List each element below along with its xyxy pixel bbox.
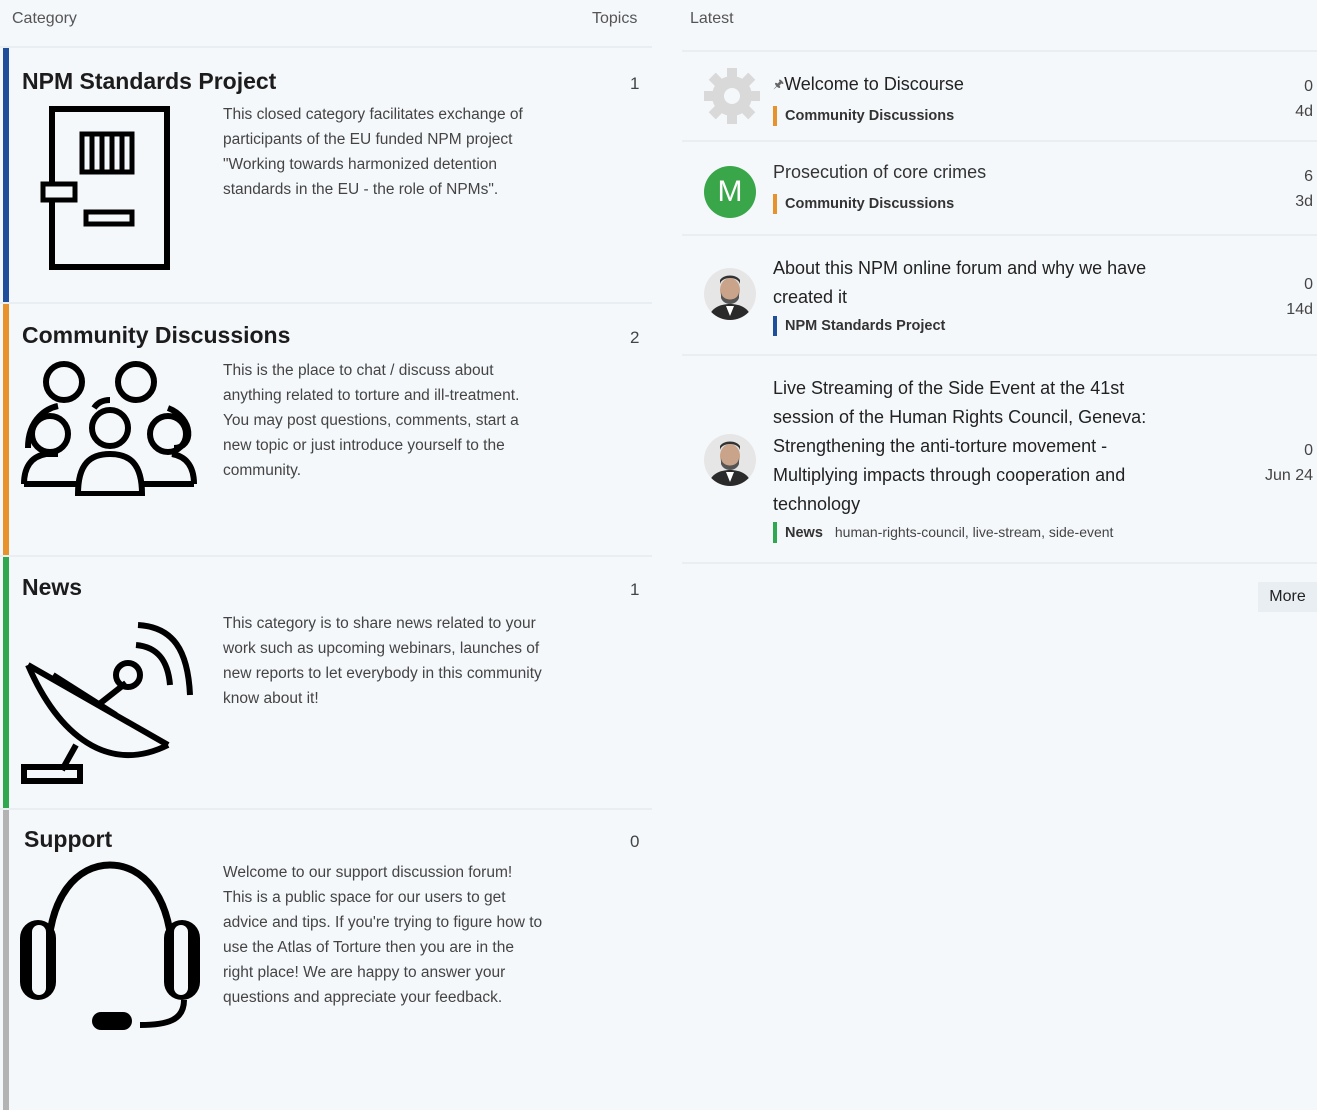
people-group-icon xyxy=(18,356,203,501)
topic-stats: 6 3d xyxy=(1295,164,1313,214)
more-button[interactable]: More xyxy=(1258,582,1317,612)
gear-icon xyxy=(704,68,760,124)
topic-title[interactable]: Live Streaming of the Side Event at the … xyxy=(773,374,1173,519)
category-title[interactable]: Support xyxy=(24,826,112,853)
topic-reply-count: 6 xyxy=(1304,168,1313,185)
headset-icon xyxy=(18,860,203,1037)
category-row-npm-standards[interactable]: NPM Standards Project 1 This closed cate… xyxy=(0,46,652,304)
prison-door-icon xyxy=(40,104,175,279)
topic-age[interactable]: 3d xyxy=(1295,189,1313,214)
topic-row[interactable]: M Prosecution of core crimes Community D… xyxy=(682,140,1317,236)
topic-age[interactable]: 14d xyxy=(1286,297,1313,322)
topic-tags[interactable]: human-rights-council, live-stream, side-… xyxy=(835,524,1114,540)
category-row-news[interactable]: News 1 This category is to share news re… xyxy=(0,555,652,810)
user-avatar[interactable] xyxy=(704,268,756,320)
person-photo-icon xyxy=(704,434,756,486)
category-title[interactable]: NPM Standards Project xyxy=(22,68,276,95)
category-topic-count: 1 xyxy=(630,580,640,599)
gear-avatar xyxy=(704,68,760,124)
topic-age[interactable]: 4d xyxy=(1295,99,1313,124)
topic-reply-count: 0 xyxy=(1304,442,1313,459)
category-topic-count: 1 xyxy=(630,74,640,93)
topic-age[interactable]: Jun 24 xyxy=(1265,463,1313,488)
category-color-bar xyxy=(3,48,9,304)
topic-title-text[interactable]: Welcome to Discourse xyxy=(784,74,964,94)
topic-reply-count: 0 xyxy=(1304,78,1313,95)
topic-category-badge[interactable]: Community Discussions xyxy=(773,194,954,214)
topic-row[interactable]: 🖈Welcome to Discourse Community Discussi… xyxy=(682,50,1317,142)
topic-row[interactable]: About this NPM online forum and why we h… xyxy=(682,234,1317,356)
category-topic-count: 2 xyxy=(630,328,640,347)
category-description: This closed category facilitates exchang… xyxy=(223,106,523,198)
category-row-support[interactable]: Support 0 Welcome to our support discuss… xyxy=(0,808,652,1110)
user-avatar[interactable] xyxy=(704,434,756,486)
category-color-bar xyxy=(3,557,9,810)
topic-title[interactable]: 🖈Welcome to Discourse xyxy=(773,70,1173,99)
topic-category-link[interactable]: News xyxy=(785,525,823,541)
topic-category-badge[interactable]: Community Discussions xyxy=(773,106,954,126)
category-topic-count: 0 xyxy=(630,832,640,851)
category-column-header: Category xyxy=(12,10,77,27)
topic-category-badge[interactable]: NPM Standards Project xyxy=(773,316,945,336)
category-title[interactable]: News xyxy=(22,574,82,601)
topic-title[interactable]: About this NPM online forum and why we h… xyxy=(773,254,1163,312)
user-avatar[interactable]: M xyxy=(704,166,756,218)
category-row-community-discussions[interactable]: Community Discussions 2 This is the plac… xyxy=(0,302,652,557)
person-photo-icon xyxy=(704,268,756,320)
category-description: Welcome to our support discussion forum!… xyxy=(223,864,543,1006)
category-description: This category is to share news related t… xyxy=(223,615,542,707)
topic-stats: 0 4d xyxy=(1295,74,1313,124)
topic-stats: 0 Jun 24 xyxy=(1265,438,1313,488)
category-title[interactable]: Community Discussions xyxy=(22,322,290,349)
category-description: This is the place to chat / discuss abou… xyxy=(223,362,520,479)
category-color-bar xyxy=(3,810,9,1110)
topic-category-badge: News human-rights-council, live-stream, s… xyxy=(773,522,1113,543)
avatar-letter: M xyxy=(717,175,743,208)
latest-column-header: Latest xyxy=(690,10,734,27)
topic-reply-count: 0 xyxy=(1304,276,1313,293)
topic-stats: 0 14d xyxy=(1286,272,1313,322)
pin-icon: 🖈 xyxy=(773,77,785,91)
topics-column-header: Topics xyxy=(592,10,638,27)
category-color-bar xyxy=(3,304,9,557)
topic-row[interactable]: Live Streaming of the Side Event at the … xyxy=(682,354,1317,564)
topic-title[interactable]: Prosecution of core crimes xyxy=(773,158,1173,187)
satellite-dish-icon xyxy=(18,605,198,790)
